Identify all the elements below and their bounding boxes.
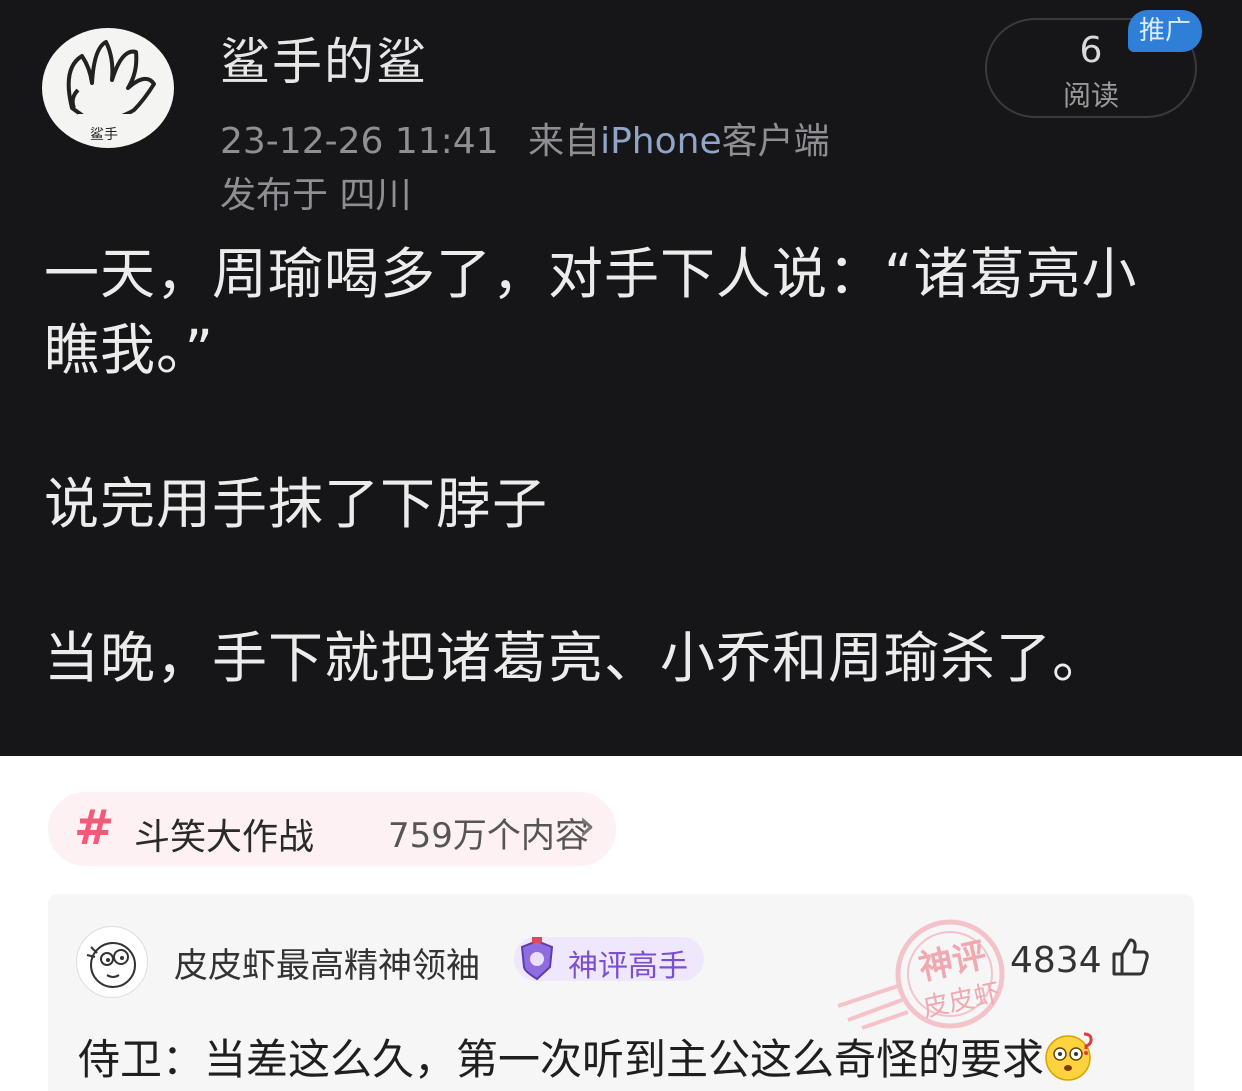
commenter-name[interactable]: 皮皮虾最高精神领袖 [174, 938, 480, 987]
post-screenshot: 鲨手 鲨手的鲨 23-12-26 11:41 来自iPhone客户端 发布于 四… [0, 0, 1242, 756]
post-line-4: 当晚，手下就把诸葛亮、小乔和周瑜杀了。 [44, 626, 1109, 690]
post-meta: 23-12-26 11:41 来自iPhone客户端 [220, 112, 830, 164]
cartoon-face-icon [86, 942, 136, 988]
author-name[interactable]: 鲨手的鲨 [220, 22, 428, 94]
post-line-1: 一天，周瑜喝多了，对手下人说：“诸葛亮小 [44, 242, 1138, 306]
topic-name: 斗笑大作战 [134, 817, 315, 858]
badge-label: 神评高手 [568, 949, 688, 984]
comment-text: 侍卫：当差这么久，第一次听到主公这么奇怪的要求 [78, 1026, 1096, 1087]
dizzy-face-emoji-icon [1045, 1032, 1093, 1081]
source-prefix: 来自 [528, 121, 601, 162]
topic-count: 759万个内容 [388, 816, 589, 856]
avatar-caption: 鲨手 [90, 127, 118, 143]
post-location: 发布于 四川 [220, 175, 412, 216]
source-device: iPhone [600, 121, 722, 162]
post-line-3: 说完用手抹了下脖子 [44, 472, 549, 536]
read-label: 阅读 [1062, 79, 1119, 112]
hot-comment-card: 皮皮虾最高精神领袖 神评高手 神评 皮皮虾 4834 侍卫：当差这么久，第一次听… [48, 894, 1194, 1091]
thumbs-up-icon[interactable] [1110, 936, 1150, 978]
top-commenter-badge[interactable]: 神评高手 [514, 937, 704, 984]
hash-icon: # [74, 800, 115, 856]
shield-badge-icon [520, 937, 554, 981]
chevron-right-icon: › [578, 800, 596, 851]
topic-chip[interactable]: # 斗笑大作战 759万个内容 › [48, 792, 616, 866]
post-timestamp: 23-12-26 11:41 [220, 121, 499, 162]
comment-body: 侍卫：当差这么久，第一次听到主公这么奇怪的要求 [78, 1035, 1045, 1084]
hot-comment-stamp: 神评 皮皮虾 [837, 916, 1028, 1036]
like-count: 4834 [1010, 940, 1102, 981]
source-suffix: 客户端 [721, 121, 830, 162]
commenter-avatar[interactable] [76, 926, 148, 998]
post-line-2: 瞧我。” [44, 318, 214, 382]
promo-badge[interactable]: 推广 [1128, 10, 1202, 52]
author-avatar[interactable]: 鲨手 [42, 28, 174, 148]
